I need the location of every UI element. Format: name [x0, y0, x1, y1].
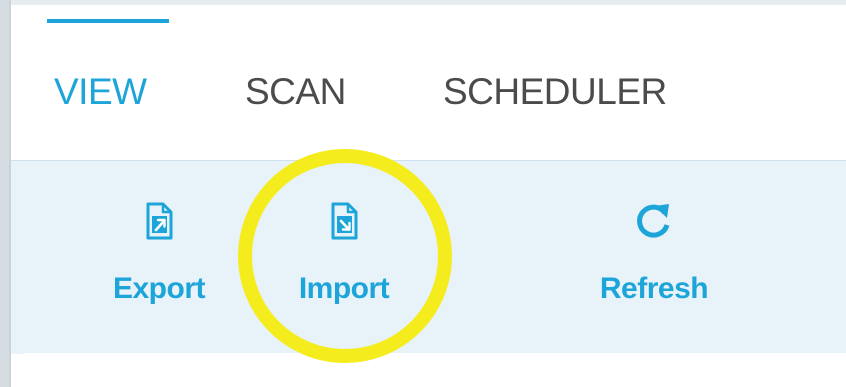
import-label: Import: [298, 272, 390, 305]
active-tab-indicator: [47, 19, 169, 23]
tab-view[interactable]: VIEW: [54, 73, 147, 110]
app-window: VIEW SCAN SCHEDULER Export Import Refres…: [0, 0, 846, 387]
tab-bar: VIEW SCAN SCHEDULER: [11, 5, 846, 160]
export-icon: [146, 202, 173, 240]
refresh-label: Refresh: [599, 272, 709, 305]
refresh-icon: [637, 204, 670, 238]
import-icon: [331, 202, 358, 240]
content-area: [24, 353, 846, 387]
export-button[interactable]: Export: [94, 161, 224, 354]
export-label: Export: [112, 272, 206, 305]
import-button[interactable]: Import: [279, 161, 409, 354]
toolbar: Export Import Refresh: [11, 160, 846, 354]
refresh-button[interactable]: Refresh: [579, 161, 729, 354]
tab-scheduler[interactable]: SCHEDULER: [443, 73, 667, 110]
window-left-border: [0, 0, 9, 387]
tab-scan[interactable]: SCAN: [245, 73, 346, 110]
